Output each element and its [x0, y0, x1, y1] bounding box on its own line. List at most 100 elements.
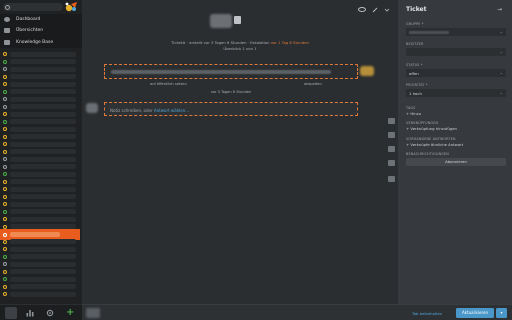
- menu-item-dashboard[interactable]: Dashboard: [0, 14, 82, 25]
- ticket-list-item[interactable]: [10, 194, 76, 199]
- ticket-list-item[interactable]: [10, 179, 76, 184]
- ticket-state-icon[interactable]: [3, 172, 7, 176]
- ticket-state-icon[interactable]: [3, 187, 7, 191]
- ticket-list-item[interactable]: [10, 59, 76, 64]
- ticket-state-icon[interactable]: [3, 82, 7, 86]
- ticket-state-icon[interactable]: [3, 119, 7, 124]
- reply-field[interactable]: Notiz schreiben, oder Antwort wählen...: [104, 102, 358, 116]
- search-input[interactable]: [3, 3, 63, 11]
- ticket-list-item[interactable]: [10, 111, 76, 117]
- collapse-icon[interactable]: →: [497, 6, 502, 13]
- ticket-list-item[interactable]: [10, 246, 76, 252]
- stats-icon[interactable]: [26, 309, 34, 317]
- ticket-list-item[interactable]: [10, 254, 76, 259]
- ticket-state-icon[interactable]: [3, 157, 7, 161]
- customer-avatar[interactable]: [210, 14, 232, 28]
- ticket-state-icon[interactable]: [3, 52, 7, 56]
- ticket-list-item[interactable]: [10, 81, 76, 87]
- ticket-state-icon[interactable]: [3, 277, 7, 281]
- ticket-state-icon[interactable]: [3, 254, 7, 259]
- ticket-list-item[interactable]: [10, 201, 76, 207]
- update-options-button[interactable]: ▾: [496, 308, 507, 318]
- ticket-state-icon[interactable]: [3, 59, 7, 64]
- ticket-state-icon[interactable]: [3, 209, 7, 214]
- ticket-list-item[interactable]: [10, 216, 76, 222]
- ticket-list-item[interactable]: [10, 141, 76, 147]
- ticket-state-icon[interactable]: [3, 284, 7, 289]
- ticket-list-item[interactable]: [10, 284, 76, 289]
- ticket-state-icon[interactable]: [3, 112, 7, 116]
- ticket-list-item[interactable]: [10, 66, 76, 72]
- subscribe-button[interactable]: Abonnieren: [406, 158, 506, 166]
- ticket-state-icon[interactable]: [3, 194, 7, 199]
- ticket-state-icon[interactable]: [3, 134, 7, 139]
- ticket-list-item[interactable]: [10, 149, 76, 154]
- ticket-list-item[interactable]: [10, 164, 76, 169]
- ticket-list-item[interactable]: [10, 74, 76, 79]
- ticket-state-icon[interactable]: [3, 239, 7, 244]
- ticket-list-item[interactable]: [10, 239, 76, 244]
- customer-icon[interactable]: [388, 132, 395, 138]
- ticket-state-icon[interactable]: [3, 224, 7, 229]
- chevron-down-icon[interactable]: [384, 7, 390, 13]
- reply-type-link[interactable]: Antwort wählen...: [154, 108, 189, 113]
- ticket-list-item[interactable]: [10, 209, 76, 214]
- ticket-state-icon[interactable]: [3, 149, 7, 154]
- ticket-list-item[interactable]: [10, 186, 76, 192]
- ticket-list-item[interactable]: [10, 89, 76, 94]
- organization-icon[interactable]: [388, 146, 395, 152]
- state-select[interactable]: offen ⌄: [406, 69, 506, 77]
- priority-select[interactable]: 1 hoch ⌄: [406, 89, 506, 97]
- ticket-state-icon[interactable]: [3, 292, 7, 296]
- add-link-link[interactable]: + Verknüpfung hinzufügen: [406, 126, 457, 131]
- ticket-list-item[interactable]: [10, 276, 76, 282]
- ticket-list-item[interactable]: [10, 291, 76, 297]
- keep-tab-link[interactable]: Tab beibehalten: [412, 311, 442, 316]
- checklist-icon[interactable]: [388, 160, 395, 166]
- ticket-state-icon[interactable]: [3, 142, 7, 146]
- ticket-state-icon[interactable]: [3, 179, 7, 184]
- ticket-list-item[interactable]: [10, 126, 76, 132]
- ticket-list-item[interactable]: [10, 104, 76, 109]
- ticket-state-icon[interactable]: [3, 202, 7, 206]
- avatar-icon[interactable]: [5, 307, 17, 319]
- logo-icon[interactable]: [64, 1, 78, 13]
- ticket-state-icon[interactable]: [3, 269, 7, 274]
- ticket-list-item[interactable]: [10, 171, 76, 177]
- ticket-list-item[interactable]: [10, 51, 76, 57]
- edit-icon[interactable]: [372, 7, 378, 13]
- ticket-state-icon[interactable]: [3, 164, 7, 169]
- group-select[interactable]: ⌄: [406, 28, 506, 36]
- ticket-list-item[interactable]: [10, 96, 76, 102]
- add-tag-link[interactable]: + Hinzu: [406, 111, 421, 116]
- ticket-icon[interactable]: [388, 118, 395, 124]
- ticket-state-icon[interactable]: [3, 74, 7, 79]
- split-action[interactable]: abspalten: [304, 82, 322, 86]
- user-avatar[interactable]: [86, 308, 100, 318]
- search-icon[interactable]: [5, 4, 10, 10]
- article-bubble[interactable]: [104, 64, 358, 79]
- link-icon[interactable]: [388, 176, 395, 182]
- add-similar-link[interactable]: + Verknüpfe ähnliche Antwort: [406, 142, 463, 147]
- ticket-state-icon[interactable]: [3, 262, 7, 266]
- eye-icon[interactable]: [358, 7, 366, 12]
- add-icon[interactable]: +: [66, 308, 74, 318]
- set-public-action[interactable]: auf öffentlich setzen: [150, 82, 187, 86]
- ticket-list-item[interactable]: [10, 269, 76, 274]
- update-button[interactable]: Aktualisieren: [456, 308, 494, 318]
- menu-item-overviews[interactable]: Übersichten: [0, 25, 82, 36]
- ticket-state-icon[interactable]: [3, 89, 7, 94]
- article-author-avatar[interactable]: [360, 66, 374, 76]
- ticket-list-item[interactable]: [10, 134, 76, 139]
- settings-icon[interactable]: [46, 309, 54, 317]
- ticket-state-icon[interactable]: [3, 217, 7, 221]
- ticket-state-icon[interactable]: [3, 247, 7, 251]
- ticket-state-icon[interactable]: [3, 127, 7, 131]
- owner-select[interactable]: ⌄: [406, 48, 506, 56]
- organization-icon[interactable]: [234, 16, 241, 24]
- ticket-state-icon[interactable]: [3, 67, 7, 71]
- ticket-list-item[interactable]: [10, 119, 76, 124]
- ticket-list-item[interactable]: [10, 156, 76, 162]
- ticket-state-icon[interactable]: [3, 104, 7, 109]
- menu-item-knowledge-base[interactable]: Knowledge Base: [0, 37, 82, 48]
